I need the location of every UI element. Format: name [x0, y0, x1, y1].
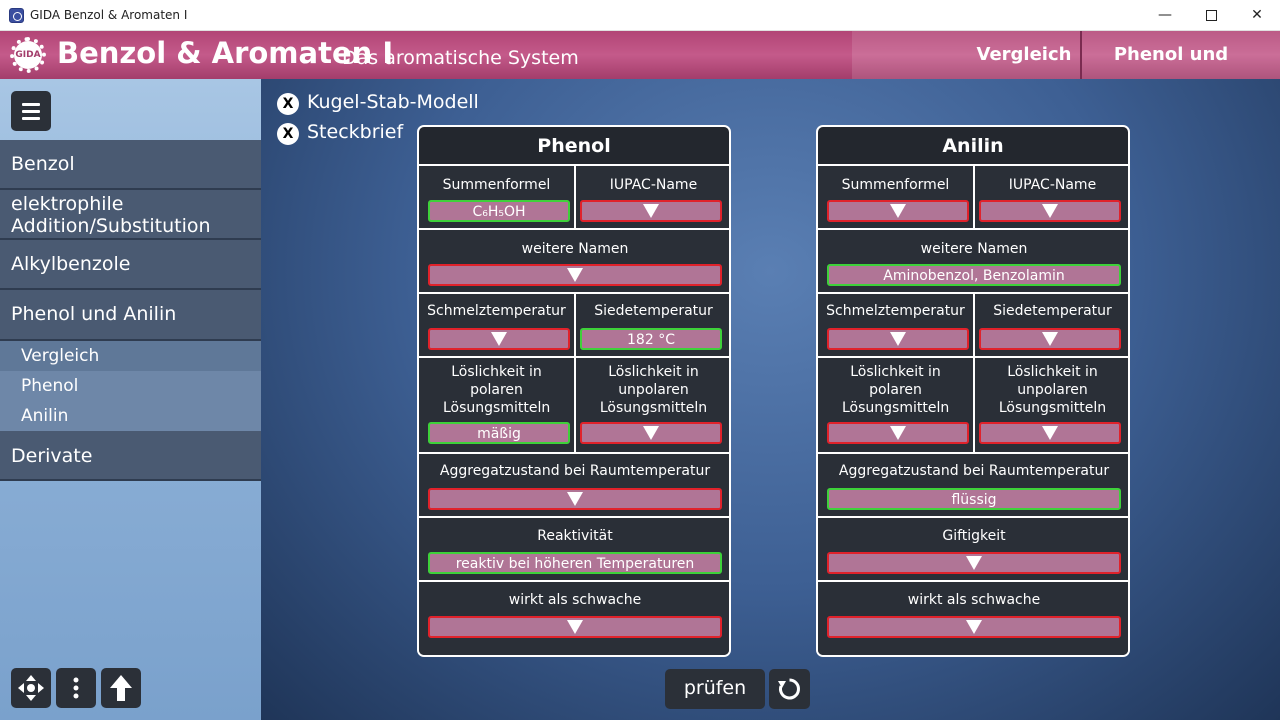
more-button[interactable] [56, 668, 96, 708]
window-title: GIDA Benzol & Aromaten I [30, 8, 188, 22]
app-subtitle: Das aromatische System [342, 47, 579, 69]
dropdown-arrow-icon [567, 620, 583, 634]
sidebar-item-elektrophile[interactable]: elektrophile Addition/Substitution [0, 190, 261, 240]
dropdown-arrow-icon [890, 332, 906, 346]
menu-button[interactable] [11, 91, 51, 131]
dropdown-arrow-icon [1042, 204, 1058, 218]
reaktivitaet-value[interactable]: reaktiv bei höheren Temperaturen [428, 552, 722, 574]
sidebar-item-anilin[interactable]: Anilin [0, 401, 261, 431]
more-vert-icon [73, 677, 79, 699]
sidebar-item-derivate[interactable]: Derivate [0, 431, 261, 481]
check-button[interactable]: prüfen [665, 669, 765, 709]
main-area: X Kugel-Stab-Modell X Steckbrief Phenol … [261, 79, 1280, 720]
move-icon [18, 675, 44, 701]
dropdown-arrow-icon [1042, 426, 1058, 440]
sidebar-item-phenol-und-anilin[interactable]: Phenol und Anilin [0, 290, 261, 341]
up-button[interactable] [101, 668, 141, 708]
anilin-card: Anilin Summenformel IUPAC-Name weitere N… [816, 125, 1130, 657]
sidebar-item-benzol[interactable]: Benzol [0, 140, 261, 190]
card-title: Phenol [537, 135, 611, 157]
dropdown-arrow-icon [491, 332, 507, 346]
dropdown-arrow-icon [966, 620, 982, 634]
sidebar-item-phenol[interactable]: Phenol [0, 371, 261, 401]
iupac-dropdown[interactable] [979, 200, 1121, 222]
dropdown-arrow-icon [966, 556, 982, 570]
schmelztemperatur-dropdown[interactable] [827, 328, 969, 350]
gida-logo: GIDA [10, 37, 46, 73]
app-icon [9, 8, 24, 23]
app-header: GIDA Benzol & Aromaten I Das aromatische… [0, 31, 1280, 113]
arrow-up-icon [110, 675, 132, 701]
dropdown-arrow-icon [643, 204, 659, 218]
aggregatzustand-dropdown[interactable] [428, 488, 722, 510]
summenformel-dropdown[interactable] [827, 200, 969, 222]
phenol-card: Phenol Summenformel C₆H₅OH IUPAC-Name we… [417, 125, 731, 657]
sidebar: Benzol elektrophile Addition/Substitutio… [0, 79, 261, 720]
minimize-button[interactable]: — [1142, 0, 1188, 31]
check-icon: X [277, 93, 299, 115]
summenformel-value[interactable]: C₆H₅OH [428, 200, 570, 222]
siedetemperatur-value[interactable]: 182 °C [580, 328, 722, 350]
window-titlebar: GIDA Benzol & Aromaten I — ✕ [0, 0, 1280, 31]
loeslichkeit-polar-dropdown[interactable] [827, 422, 969, 444]
dropdown-arrow-icon [890, 426, 906, 440]
sidebar-item-alkylbenzole[interactable]: Alkylbenzole [0, 240, 261, 290]
wirkt-als-dropdown[interactable] [428, 616, 722, 638]
giftigkeit-dropdown[interactable] [827, 552, 1121, 574]
dropdown-arrow-icon [1042, 332, 1058, 346]
loeslichkeit-polar-value[interactable]: mäßig [428, 422, 570, 444]
reset-button[interactable] [769, 669, 810, 709]
weitere-namen-value[interactable]: Aminobenzol, Benzolamin [827, 264, 1121, 286]
card-title: Anilin [942, 135, 1004, 157]
close-button[interactable]: ✕ [1234, 0, 1280, 31]
maximize-button[interactable] [1188, 0, 1234, 31]
tab-phenol-und-anilin[interactable]: Phenol und Anilin [1080, 31, 1260, 113]
dropdown-arrow-icon [567, 492, 583, 506]
wirkt-als-dropdown[interactable] [827, 616, 1121, 638]
move-button[interactable] [11, 668, 51, 708]
loeslichkeit-unpolar-dropdown[interactable] [979, 422, 1121, 444]
tab-vergleich[interactable]: Vergleich [968, 31, 1080, 79]
loeslichkeit-unpolar-dropdown[interactable] [580, 422, 722, 444]
siedetemperatur-dropdown[interactable] [979, 328, 1121, 350]
dropdown-arrow-icon [567, 268, 583, 282]
check-icon: X [277, 123, 299, 145]
weitere-namen-dropdown[interactable] [428, 264, 722, 286]
dropdown-arrow-icon [643, 426, 659, 440]
aggregatzustand-value[interactable]: flüssig [827, 488, 1121, 510]
sidebar-item-vergleich[interactable]: Vergleich [0, 341, 261, 371]
dropdown-arrow-icon [890, 204, 906, 218]
schmelztemperatur-dropdown[interactable] [428, 328, 570, 350]
iupac-dropdown[interactable] [580, 200, 722, 222]
reset-icon [778, 678, 800, 700]
